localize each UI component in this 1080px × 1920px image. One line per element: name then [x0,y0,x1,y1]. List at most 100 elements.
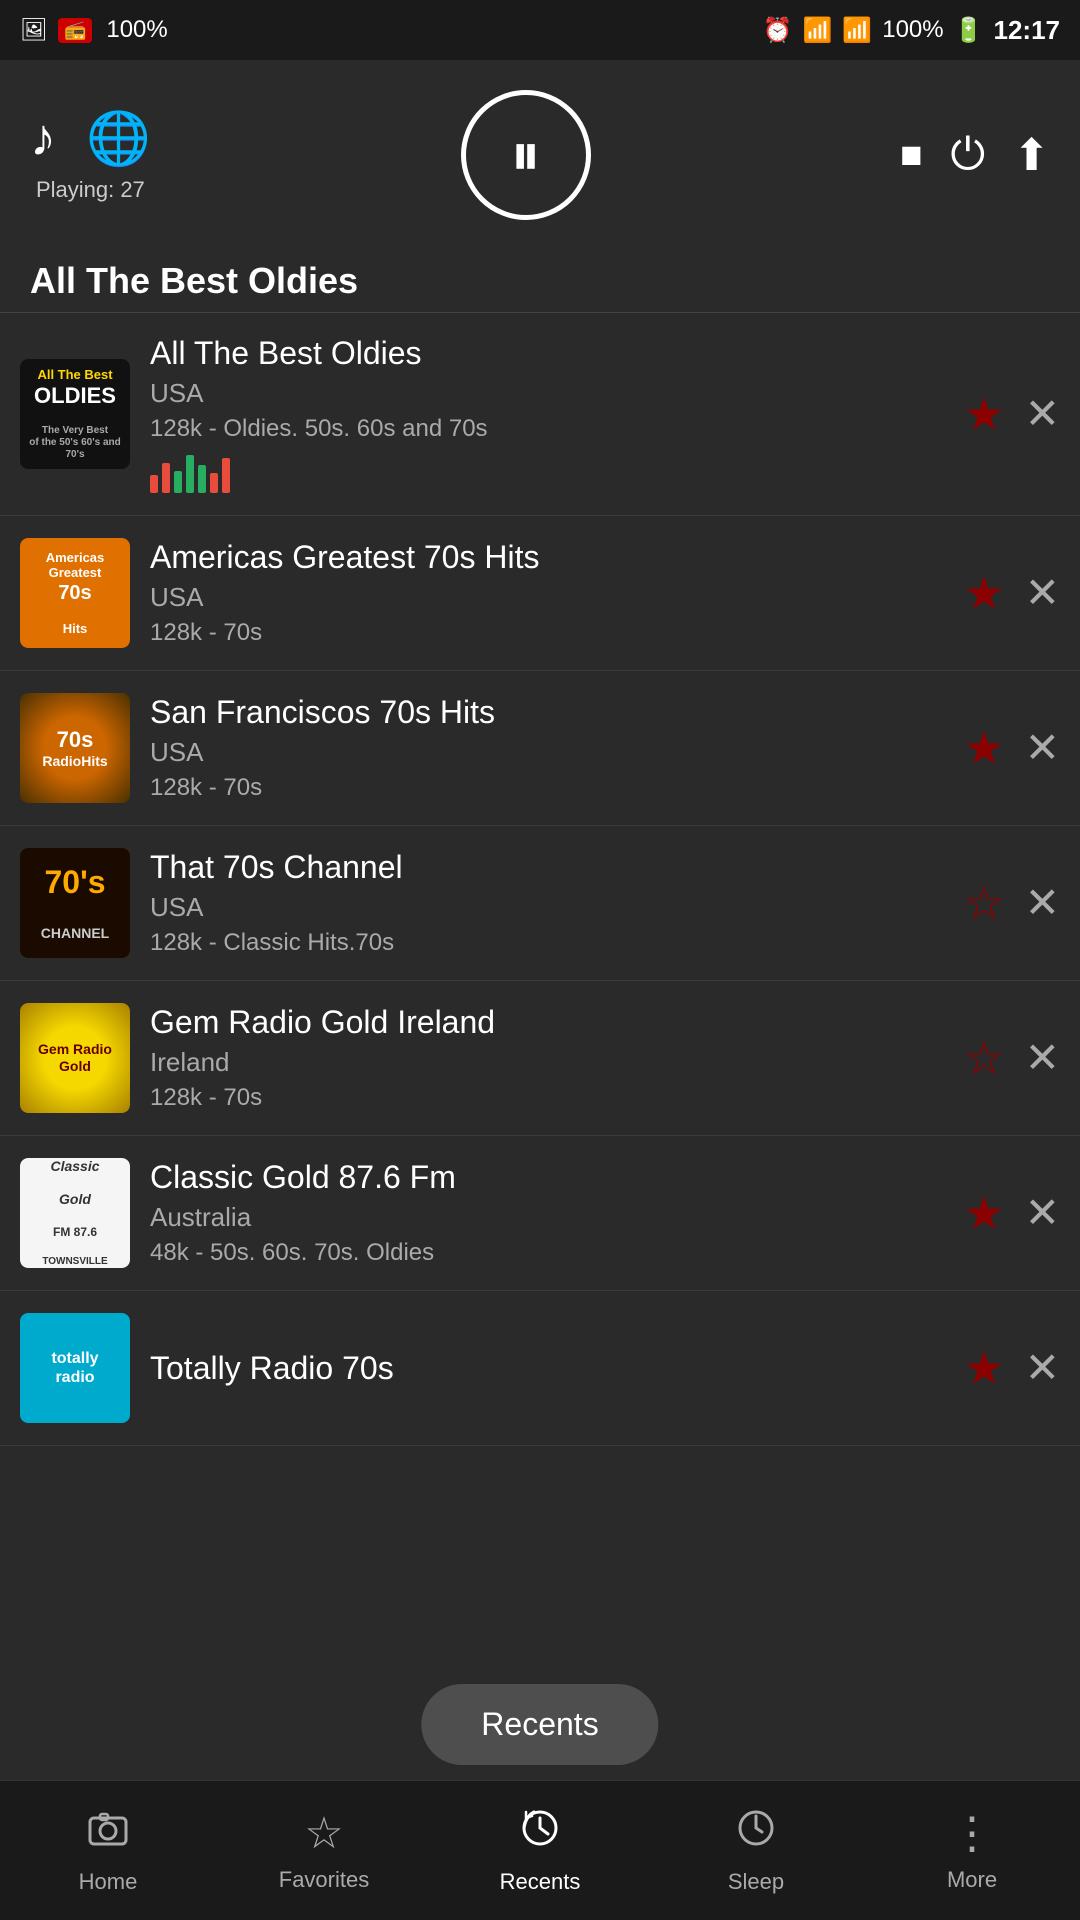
station-logo[interactable]: 70sRadioHits [20,693,130,803]
app-icon: 📻 [58,18,92,43]
station-actions: ★ ✕ [964,725,1060,771]
station-name[interactable]: Totally Radio 70s [150,1350,954,1387]
globe-icon[interactable]: 🌐 [86,108,151,169]
battery-icon: 🔋 [954,16,984,45]
station-info: San Franciscos 70s Hits USA 128k - 70s [150,694,954,802]
station-name[interactable]: Americas Greatest 70s Hits [150,539,954,576]
favorite-button[interactable]: ★ [964,570,1005,616]
station-actions: ☆ ✕ [964,880,1060,926]
favorite-button[interactable]: ★ [964,391,1005,437]
station-info: Americas Greatest 70s Hits USA 128k - 70… [150,539,954,647]
nav-home[interactable]: Home [0,1806,216,1895]
logo-image: All The BestOLDIESThe Very Bestof the 50… [20,359,130,469]
more-icon: ⋮ [950,1808,994,1859]
station-list: All The BestOLDIESThe Very Bestof the 50… [0,313,1080,1722]
favorite-button[interactable]: ★ [964,1345,1005,1391]
equalizer [150,453,954,493]
station-actions: ★ ✕ [964,1345,1060,1391]
station-name[interactable]: Classic Gold 87.6 Fm [150,1159,954,1196]
favorites-icon: ☆ [304,1808,343,1859]
favorite-button[interactable]: ☆ [964,880,1005,926]
remove-button[interactable]: ✕ [1025,1347,1060,1389]
nav-sleep[interactable]: Sleep [648,1806,864,1895]
station-country: USA [150,737,954,768]
station-info: Gem Radio Gold Ireland Ireland 128k - 70… [150,1004,954,1112]
station-info: Classic Gold 87.6 Fm Australia 48k - 50s… [150,1159,954,1267]
station-meta: 128k - 70s [150,619,954,647]
home-icon [86,1806,130,1861]
playing-label: Playing: 27 [36,177,145,203]
wifi-icon: 📶 [802,16,832,45]
station-meta: 128k - 70s [150,774,954,802]
station-item: totallyradio Totally Radio 70s ★ ✕ [0,1291,1080,1446]
status-left: 🖼 📻 100% [20,16,168,44]
station-logo[interactable]: Gem RadioGold [20,1003,130,1113]
logo-image: Gem RadioGold [20,1003,130,1113]
recents-tooltip: Recents [421,1684,658,1765]
remove-button[interactable]: ✕ [1025,572,1060,614]
more-label: More [947,1867,997,1893]
favorite-button[interactable]: ★ [964,725,1005,771]
logo-image: AmericasGreatest70sHits [20,538,130,648]
favorite-button[interactable]: ★ [964,1190,1005,1236]
status-right: ⏰ 📶 📶 100% 🔋 12:17 [763,15,1060,46]
station-name[interactable]: That 70s Channel [150,849,954,886]
station-meta: 128k - Classic Hits.70s [150,929,954,957]
recents-label: Recents [500,1869,581,1895]
home-label: Home [79,1869,138,1895]
station-name[interactable]: San Franciscos 70s Hits [150,694,954,731]
station-actions: ★ ✕ [964,1190,1060,1236]
remove-button[interactable]: ✕ [1025,882,1060,924]
station-name[interactable]: Gem Radio Gold Ireland [150,1004,954,1041]
current-station-title: All The Best Oldies [0,240,1080,312]
station-name[interactable]: All The Best Oldies [150,335,954,372]
nav-more[interactable]: ⋮ More [864,1808,1080,1893]
station-logo[interactable]: Classic Gold FM 87.6 TOWNSVILLE [20,1158,130,1268]
player-header: ♪ 🌐 Playing: 27 ⏸ ⏹ ⏻ ⬆ [0,60,1080,240]
remove-button[interactable]: ✕ [1025,393,1060,435]
pause-icon: ⏸ [511,125,541,185]
station-item: All The BestOLDIESThe Very Bestof the 50… [0,313,1080,516]
station-item: AmericasGreatest70sHits Americas Greates… [0,516,1080,671]
station-meta: 128k - Oldies. 50s. 60s and 70s [150,415,954,443]
pause-button[interactable]: ⏸ [461,90,591,220]
favorite-button[interactable]: ☆ [964,1035,1005,1081]
signal-icon: 📶 [842,16,872,45]
player-left-controls: ♪ 🌐 Playing: 27 [30,108,151,203]
nav-favorites[interactable]: ☆ Favorites [216,1808,432,1893]
alarm-icon: ⏰ [763,16,793,45]
remove-button[interactable]: ✕ [1025,1192,1060,1234]
battery-percent: 100% [882,16,943,44]
status-bar: 🖼 📻 100% ⏰ 📶 📶 100% 🔋 12:17 [0,0,1080,60]
player-center: ⏸ [461,90,591,220]
station-item: Classic Gold FM 87.6 TOWNSVILLE Classic … [0,1136,1080,1291]
share-icon[interactable]: ⬆ [1013,130,1050,181]
station-item: 70sRadioHits San Franciscos 70s Hits USA… [0,671,1080,826]
notification-count: 100% [106,16,167,44]
station-actions: ☆ ✕ [964,1035,1060,1081]
player-right-controls: ⏹ ⏻ ⬆ [900,130,1050,181]
remove-button[interactable]: ✕ [1025,1037,1060,1079]
station-country: USA [150,582,954,613]
logo-image: 70's CHANNEL [20,848,130,958]
clock: 12:17 [994,15,1061,46]
sleep-icon [734,1806,778,1861]
station-actions: ★ ✕ [964,391,1060,437]
station-item: 70's CHANNEL That 70s Channel USA 128k -… [0,826,1080,981]
remove-button[interactable]: ✕ [1025,727,1060,769]
nav-recents[interactable]: Recents [432,1806,648,1895]
bottom-nav: Home ☆ Favorites Recents Sleep ⋮ More [0,1780,1080,1920]
station-logo[interactable]: AmericasGreatest70sHits [20,538,130,648]
logo-image: Classic Gold FM 87.6 TOWNSVILLE [20,1158,130,1268]
station-info: All The Best Oldies USA 128k - Oldies. 5… [150,335,954,493]
station-logo[interactable]: totallyradio [20,1313,130,1423]
power-icon[interactable]: ⏻ [950,130,985,180]
station-logo[interactable]: All The BestOLDIESThe Very Bestof the 50… [20,359,130,469]
station-country: USA [150,892,954,923]
station-actions: ★ ✕ [964,570,1060,616]
music-note-icon[interactable]: ♪ [30,108,56,168]
station-logo[interactable]: 70's CHANNEL [20,848,130,958]
player-controls-row: ♪ 🌐 Playing: 27 ⏸ ⏹ ⏻ ⬆ [30,90,1050,220]
station-country: Ireland [150,1047,954,1078]
stop-icon[interactable]: ⏹ [900,130,922,180]
